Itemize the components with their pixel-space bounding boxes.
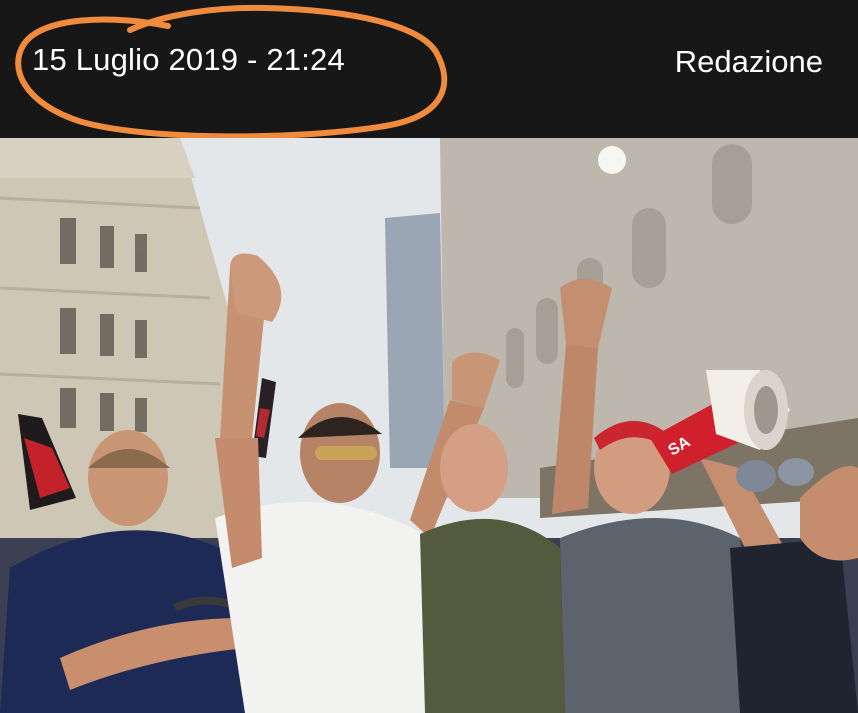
article-date: 15 Luglio 2019 - 21:24 [32,42,345,77]
protest-photo-illustration: SA [0,138,858,713]
article-header: 15 Luglio 2019 - 21:24 Redazione [0,0,858,138]
protest-photo: SA [0,138,858,713]
article-author[interactable]: Redazione [675,44,823,80]
